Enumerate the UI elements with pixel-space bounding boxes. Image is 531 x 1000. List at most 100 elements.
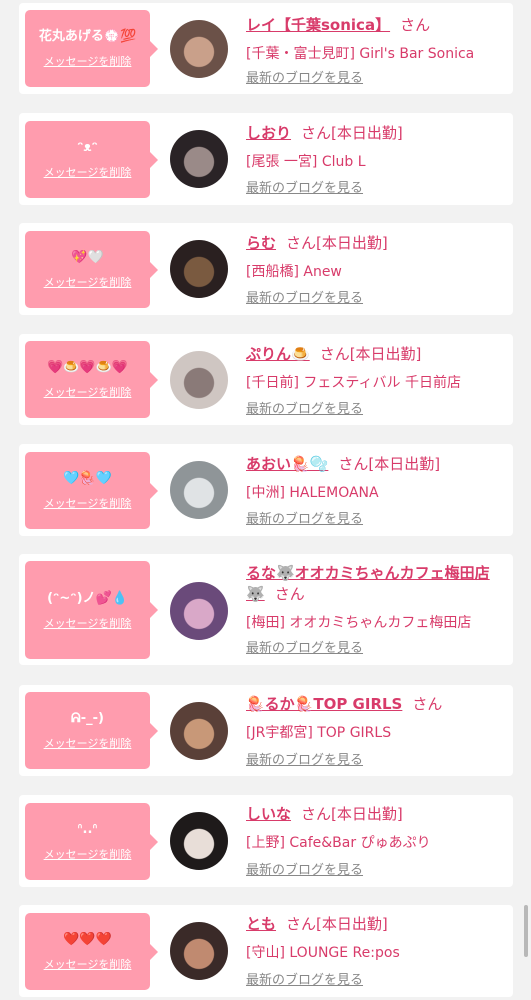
sender-info: ぷりん🍮 さん[本日出勤] [千日前] フェスティバル 千日前店 bbox=[246, 344, 506, 393]
delete-message-link[interactable]: メッセージを削除 bbox=[44, 737, 132, 751]
message-bubble: 💖🤍 メッセージを削除 bbox=[25, 231, 158, 308]
sender-info: らむ さん[本日出勤] [西船橋] Anew bbox=[246, 233, 506, 282]
sender-name-link[interactable]: ぷりん🍮 bbox=[246, 345, 310, 363]
message-bubble: 💗🍮💗🍮💗 メッセージを削除 bbox=[25, 341, 158, 418]
avatar[interactable] bbox=[170, 922, 228, 980]
message-card: ᕱ-_-) メッセージを削除 🪼るか🪼TOP GIRLS さん [JR宇都宮] TOP … bbox=[19, 685, 513, 776]
shop-name: [西船橋] Anew bbox=[246, 264, 342, 280]
latest-blog-link[interactable]: 最新のブログを見る bbox=[246, 291, 363, 307]
latest-blog-link[interactable]: 最新のブログを見る bbox=[246, 512, 363, 528]
sender-info: しおり さん[本日出勤] [尾張 一宮] Club L bbox=[246, 123, 506, 172]
avatar-photo bbox=[170, 461, 228, 519]
schedule-status: [本日出勤] bbox=[331, 124, 403, 142]
sender-name-link[interactable]: しいな bbox=[246, 805, 291, 823]
avatar-photo bbox=[170, 582, 228, 640]
sender-name-link[interactable]: 🪼るか🪼TOP GIRLS bbox=[246, 695, 402, 713]
message-text: ᵔᴥᵔ bbox=[77, 140, 98, 155]
message-list: 花丸あげる💮💯 メッセージを削除 レイ【千葉sonica】 さん [千葉・富士見町] G… bbox=[0, 0, 531, 1000]
sender-info: るな🐺オオカミちゃんカフェ梅田店 🐺 さん [梅田] オオカミちゃんカフェ梅田店 bbox=[246, 563, 506, 633]
avatar[interactable] bbox=[170, 582, 228, 640]
message-bubble: ᕱ-_-) メッセージを削除 bbox=[25, 692, 158, 769]
avatar[interactable] bbox=[170, 351, 228, 409]
shop-name: [尾張 一宮] Club L bbox=[246, 154, 366, 170]
sender-name-link[interactable]: レイ【千葉sonica】 bbox=[246, 16, 390, 34]
name-line: しおり さん[本日出勤] bbox=[246, 123, 506, 144]
message-card: 花丸あげる💮💯 メッセージを削除 レイ【千葉sonica】 さん [千葉・富士見町] G… bbox=[19, 3, 513, 94]
latest-blog-link[interactable]: 最新のブログを見る bbox=[246, 753, 363, 769]
honorific: さん bbox=[338, 455, 369, 473]
avatar[interactable] bbox=[170, 702, 228, 760]
avatar[interactable] bbox=[170, 461, 228, 519]
delete-message-link[interactable]: メッセージを削除 bbox=[44, 497, 132, 511]
avatar[interactable] bbox=[170, 812, 228, 870]
delete-message-link[interactable]: メッセージを削除 bbox=[44, 166, 132, 180]
delete-message-link[interactable]: メッセージを削除 bbox=[44, 386, 132, 400]
message-bubble: ❤️❤️❤️ メッセージを削除 bbox=[25, 913, 158, 990]
honorific: さん bbox=[301, 124, 332, 142]
message-text: 🩵🪼🩵 bbox=[63, 471, 112, 486]
latest-blog-link[interactable]: 最新のブログを見る bbox=[246, 71, 363, 87]
sender-name-link[interactable]: とも bbox=[246, 915, 276, 933]
delete-message-link[interactable]: メッセージを削除 bbox=[44, 276, 132, 290]
name-line: るな🐺オオカミちゃんカフェ梅田店 🐺 さん bbox=[246, 563, 506, 605]
sender-name-link[interactable]: あおい🪼🫧 bbox=[246, 455, 328, 473]
message-card: 🩵🪼🩵 メッセージを削除 あおい🪼🫧 さん[本日出勤] [中洲] HALEMOANA 最新… bbox=[19, 444, 513, 536]
avatar-photo bbox=[170, 240, 228, 298]
sender-name-link[interactable]: るな🐺オオカミちゃんカフェ梅田店 bbox=[246, 564, 490, 582]
honorific: さん bbox=[286, 915, 317, 933]
name-line: とも さん[本日出勤] bbox=[246, 914, 506, 935]
sender-name-continued[interactable]: 🐺 bbox=[246, 585, 265, 603]
honorific: さん bbox=[400, 16, 431, 34]
sender-info: しいな さん[本日出勤] [上野] Cafe&Bar ぴゅあぷり bbox=[246, 804, 506, 853]
schedule-status: [本日出勤] bbox=[349, 345, 422, 363]
honorific: さん bbox=[319, 345, 350, 363]
message-text: (ᵔ~ᵔ)ノ💕💧 bbox=[47, 590, 128, 606]
latest-blog-link[interactable]: 最新のブログを見る bbox=[246, 863, 363, 879]
message-card: ᵔᴥᵔ メッセージを削除 しおり さん[本日出勤] [尾張 一宮] Club L 最新のブ… bbox=[19, 113, 513, 205]
avatar-photo bbox=[170, 702, 228, 760]
latest-blog-link[interactable]: 最新のブログを見る bbox=[246, 641, 363, 657]
avatar-photo bbox=[170, 20, 228, 78]
avatar[interactable] bbox=[170, 240, 228, 298]
avatar[interactable] bbox=[170, 20, 228, 78]
message-bubble: 花丸あげる💮💯 メッセージを削除 bbox=[25, 10, 158, 87]
latest-blog-link[interactable]: 最新のブログを見る bbox=[246, 402, 363, 418]
shop-name: [守山] LOUNGE Re:pos bbox=[246, 945, 400, 961]
shop-name: [千葉・富士見町] Girl's Bar Sonica bbox=[246, 46, 475, 62]
message-card: ❤️❤️❤️ メッセージを削除 とも さん[本日出勤] [守山] LOUNGE Re:p… bbox=[19, 905, 513, 997]
scrollbar[interactable] bbox=[524, 905, 528, 957]
latest-blog-link[interactable]: 最新のブログを見る bbox=[246, 181, 363, 197]
avatar-photo bbox=[170, 812, 228, 870]
schedule-status: [本日出勤] bbox=[331, 805, 403, 823]
message-card: (ᵔ~ᵔ)ノ💕💧 メッセージを削除 るな🐺オオカミちゃんカフェ梅田店 🐺 さん [梅田] … bbox=[19, 554, 513, 665]
name-line: らむ さん[本日出勤] bbox=[246, 233, 506, 254]
honorific: さん bbox=[274, 585, 305, 603]
delete-message-link[interactable]: メッセージを削除 bbox=[44, 617, 132, 631]
sender-name-link[interactable]: らむ bbox=[246, 234, 276, 252]
name-line: 🪼るか🪼TOP GIRLS さん bbox=[246, 694, 506, 715]
sender-info: レイ【千葉sonica】 さん [千葉・富士見町] Girl's Bar Sonic… bbox=[246, 15, 506, 64]
honorific: さん bbox=[412, 695, 443, 713]
shop-name: [中洲] HALEMOANA bbox=[246, 485, 379, 501]
message-bubble: ᐢ..ᐢ メッセージを削除 bbox=[25, 803, 158, 880]
sender-info: とも さん[本日出勤] [守山] LOUNGE Re:pos bbox=[246, 914, 506, 963]
message-card: 💗🍮💗🍮💗 メッセージを削除 ぷりん🍮 さん[本日出勤] [千日前] フェスティバル 千… bbox=[19, 334, 513, 425]
honorific: さん bbox=[286, 234, 317, 252]
latest-blog-link[interactable]: 最新のブログを見る bbox=[246, 973, 363, 989]
message-text: ᐢ..ᐢ bbox=[77, 822, 98, 837]
sender-info: 🪼るか🪼TOP GIRLS さん [JR宇都宮] TOP GIRLS bbox=[246, 694, 506, 743]
delete-message-link[interactable]: メッセージを削除 bbox=[44, 848, 132, 862]
name-line: あおい🪼🫧 さん[本日出勤] bbox=[246, 454, 506, 475]
delete-message-link[interactable]: メッセージを削除 bbox=[44, 55, 132, 69]
sender-name-link[interactable]: しおり bbox=[246, 124, 291, 142]
message-card: ᐢ..ᐢ メッセージを削除 しいな さん[本日出勤] [上野] Cafe&Bar ぴゅあ… bbox=[19, 795, 513, 887]
message-text: ❤️❤️❤️ bbox=[63, 932, 112, 947]
avatar-photo bbox=[170, 351, 228, 409]
schedule-status: [本日出勤] bbox=[368, 455, 441, 473]
delete-message-link[interactable]: メッセージを削除 bbox=[44, 958, 132, 972]
avatar-photo bbox=[170, 130, 228, 188]
sender-info: あおい🪼🫧 さん[本日出勤] [中洲] HALEMOANA bbox=[246, 454, 506, 503]
shop-name: [上野] Cafe&Bar ぴゅあぷり bbox=[246, 835, 431, 851]
shop-name: [梅田] オオカミちゃんカフェ梅田店 bbox=[246, 615, 472, 631]
avatar[interactable] bbox=[170, 130, 228, 188]
